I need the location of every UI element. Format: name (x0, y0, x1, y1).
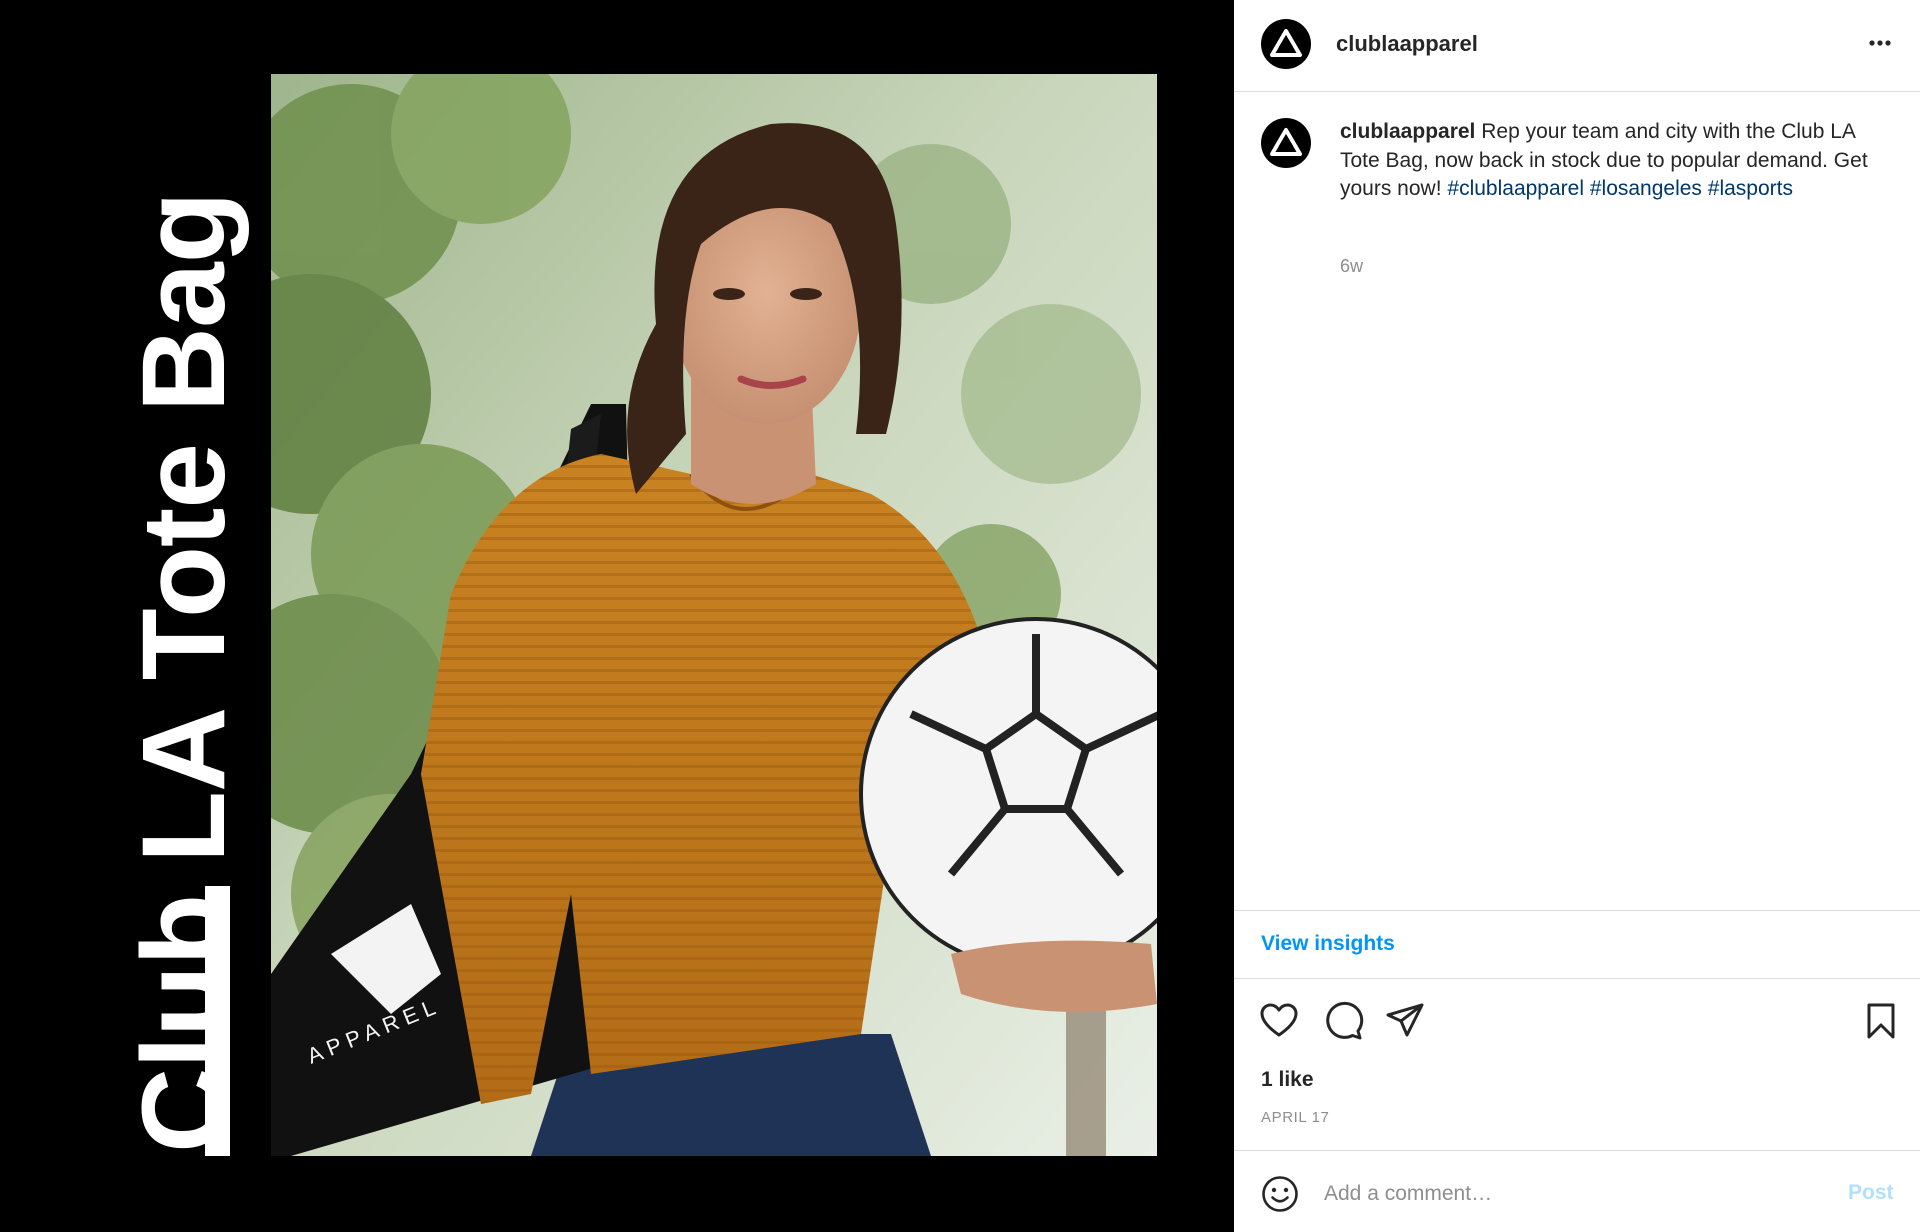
header-divider (1234, 91, 1920, 92)
title-accent-bar (205, 886, 230, 1156)
post-comment-button[interactable]: Post (1848, 1181, 1894, 1205)
caption-username[interactable]: clublaapparel (1340, 120, 1475, 143)
smiley-icon (1262, 1176, 1298, 1212)
insights-divider-bottom (1234, 978, 1920, 979)
insights-divider-top (1234, 910, 1920, 911)
header-avatar[interactable] (1261, 19, 1311, 69)
header-username[interactable]: clublaapparel (1336, 31, 1478, 57)
comment-button[interactable] (1322, 1000, 1364, 1042)
more-options-button[interactable] (1860, 28, 1900, 58)
comment-icon (1326, 1001, 1364, 1040)
like-count[interactable]: 1 like (1261, 1068, 1314, 1092)
share-button[interactable] (1384, 1000, 1426, 1042)
hashtag-link[interactable]: #losangeles (1590, 177, 1702, 200)
emoji-button[interactable] (1260, 1174, 1300, 1214)
post-caption: clublaapparel Rep your team and city wit… (1340, 118, 1895, 204)
caption-avatar[interactable] (1261, 118, 1311, 168)
post-date[interactable]: APRIL 17 (1261, 1109, 1329, 1126)
post-media: Club LA Tote Bag APPAREL (0, 0, 1234, 1232)
more-horizontal-icon (1869, 40, 1891, 46)
caption-age: 6w (1340, 256, 1364, 276)
comment-input[interactable] (1324, 1176, 1804, 1212)
save-button[interactable] (1860, 1000, 1902, 1042)
like-button[interactable] (1258, 1000, 1300, 1042)
comment-divider (1234, 1150, 1920, 1151)
hashtag-link[interactable]: #clublaapparel (1447, 177, 1584, 200)
post-photo[interactable]: APPAREL (271, 74, 1157, 1156)
hashtag-link[interactable]: #lasports (1708, 177, 1793, 200)
bookmark-icon (1867, 1003, 1895, 1039)
heart-icon (1260, 1003, 1298, 1037)
post-details-panel: clublaapparel clublaapparel Rep your tea… (1234, 0, 1920, 1232)
share-icon (1386, 1003, 1424, 1037)
view-insights-link[interactable]: View insights (1261, 932, 1395, 956)
